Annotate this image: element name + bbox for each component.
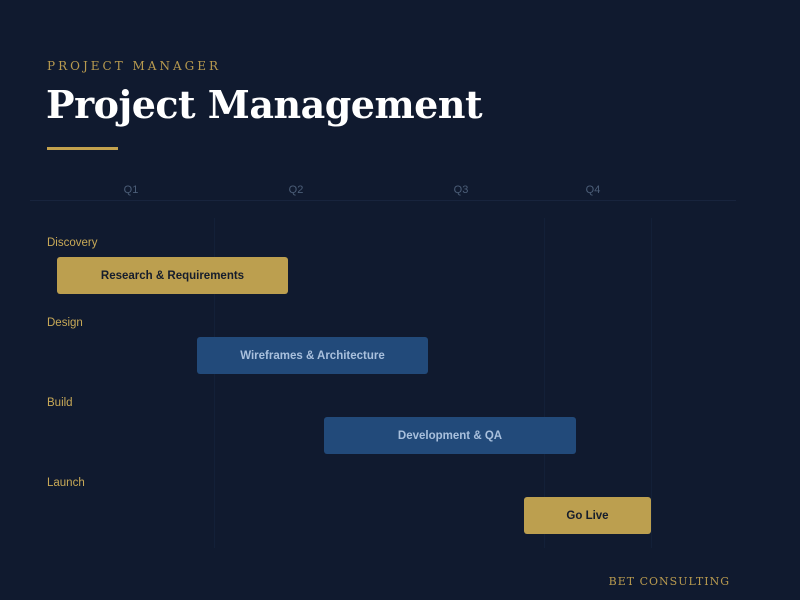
axis-line <box>30 200 736 201</box>
gantt-chart: Q1 Q2 Q3 Q4 Discovery Research & Requirements… <box>0 0 800 600</box>
task-bar-discovery[interactable]: Research & Requirements <box>57 257 288 294</box>
footer-brand: BET CONSULTING <box>608 575 730 588</box>
task-bar-build[interactable]: Development & QA <box>324 417 576 454</box>
axis-label-q4: Q4 <box>585 184 601 196</box>
gridline-3 <box>651 218 652 548</box>
axis-label-q2: Q2 <box>288 184 304 196</box>
phase-label-design: Design <box>47 317 83 329</box>
axis-label-q1: Q1 <box>123 184 139 196</box>
task-bar-launch[interactable]: Go Live <box>524 497 651 534</box>
phase-label-discovery: Discovery <box>47 237 98 249</box>
phase-label-build: Build <box>47 397 73 409</box>
task-bar-design[interactable]: Wireframes & Architecture <box>197 337 428 374</box>
axis-label-q3: Q3 <box>453 184 469 196</box>
phase-label-launch: Launch <box>47 477 85 489</box>
